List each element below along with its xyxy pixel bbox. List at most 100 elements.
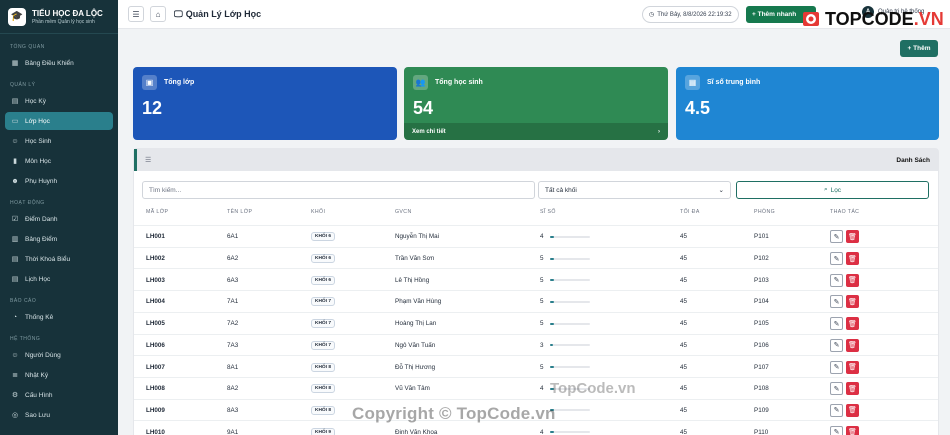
- delete-icon[interactable]: 🗑: [846, 425, 859, 435]
- sidebar-item-label: Bảng Điểm: [25, 235, 58, 243]
- chevron-down-icon: ⌄: [718, 187, 724, 194]
- menu-toggle-button[interactable]: ☰: [128, 6, 144, 22]
- add-class-button[interactable]: + Thêm: [900, 40, 938, 57]
- row-actions: ✎ 🗑: [830, 400, 862, 422]
- sidebar-item[interactable]: ▤ Thời Khoá Biểu: [5, 250, 113, 268]
- sidebar-item[interactable]: ☻ Phụ Huynh: [5, 172, 113, 190]
- column-header[interactable]: Mã lớp: [146, 209, 168, 215]
- sidebar-item-label: Thời Khoá Biểu: [25, 255, 71, 263]
- sidebar-item-label: Lớp Học: [25, 117, 50, 125]
- row-actions: ✎ 🗑: [830, 313, 862, 335]
- list-icon: ☰: [145, 157, 152, 164]
- sidebar-item[interactable]: ▤ Học Kỳ: [5, 92, 113, 110]
- edit-icon[interactable]: ✎: [830, 360, 843, 374]
- sidebar-section-label: Hệ thống: [10, 336, 41, 342]
- delete-icon[interactable]: 🗑: [846, 360, 859, 374]
- timetable-icon: ▤: [11, 256, 19, 263]
- sidebar-item[interactable]: ◔ Thống Kê: [5, 308, 113, 326]
- grade-badge: KHỐI 8: [311, 405, 335, 415]
- search-icon: ⌕: [823, 186, 828, 193]
- sidebar-item[interactable]: ▮ Môn Học: [5, 152, 113, 170]
- grade-cell: KHỐI 6: [311, 269, 335, 291]
- search-input[interactable]: Tìm kiếm...: [142, 181, 535, 199]
- delete-icon[interactable]: 🗑: [846, 403, 859, 417]
- delete-icon[interactable]: 🗑: [846, 230, 859, 244]
- grade-select[interactable]: Tất cả khối ⌄: [538, 181, 731, 199]
- column-header[interactable]: GVCN: [395, 209, 412, 215]
- column-header[interactable]: Phòng: [754, 209, 775, 215]
- edit-icon[interactable]: ✎: [830, 295, 843, 309]
- delete-icon[interactable]: 🗑: [846, 252, 859, 266]
- max-size: 45: [680, 406, 688, 414]
- edit-icon[interactable]: ✎: [830, 382, 843, 396]
- view-details-link[interactable]: Xem chi tiết ›: [404, 123, 668, 140]
- edit-icon[interactable]: ✎: [830, 425, 843, 435]
- filter-label: Lọc: [830, 186, 842, 194]
- brand[interactable]: 🎓 TIỂU HỌC ĐA LỘC Phần mềm Quản lý học s…: [0, 0, 118, 34]
- class-size: 4: [540, 385, 544, 393]
- table-row[interactable]: LH005 7A2 KHỐI 7 Hoàng Thị Lan 5 45 P105 ✎ 🗑: [134, 311, 938, 335]
- sidebar-item[interactable]: ☺ Học Sinh: [5, 132, 113, 150]
- max-size: 45: [680, 255, 688, 263]
- sidebar-item-label: Cấu Hình: [25, 391, 53, 399]
- column-header[interactable]: Khối: [311, 209, 325, 215]
- sidebar-item[interactable]: ▦ Bảng Điều Khiển: [5, 54, 113, 72]
- sidebar-item[interactable]: ☑ Điểm Danh: [5, 210, 113, 228]
- column-header[interactable]: Thao tác: [830, 209, 859, 215]
- class-name: 9A1: [227, 428, 239, 435]
- table-row[interactable]: LH006 7A3 KHỐI 7 Ngô Văn Tuấn 3 45 P106 ✎ 🗑: [134, 333, 938, 357]
- row-actions: ✎ 🗑: [830, 269, 862, 291]
- grade-cell: KHỐI 8: [311, 356, 335, 378]
- table-row[interactable]: LH003 6A3 KHỐI 6 Lê Thị Hồng 5 45 P103 ✎ 🗑: [134, 268, 938, 290]
- delete-icon[interactable]: 🗑: [846, 295, 859, 309]
- class-size-cell: 3: [540, 335, 590, 357]
- table-row[interactable]: LH002 6A2 KHỐI 6 Trần Văn Sơn 5 45 P102 ✎ 🗑: [134, 246, 938, 269]
- sidebar-section-label: Tổng quan: [10, 44, 45, 50]
- delete-icon[interactable]: 🗑: [846, 273, 859, 287]
- delete-icon[interactable]: 🗑: [846, 338, 859, 352]
- column-header[interactable]: Sĩ số: [540, 209, 556, 215]
- grade-select-value: Tất cả khối: [545, 186, 577, 194]
- class-name: 8A3: [227, 406, 239, 414]
- delete-icon[interactable]: 🗑: [846, 317, 859, 331]
- table-row[interactable]: LH008 8A2 KHỐI 8 Vũ Văn Tâm 4 45 P108 ✎ 🗑: [134, 376, 938, 400]
- class-size-progress: [550, 257, 590, 260]
- table-row[interactable]: LH004 7A1 KHỐI 7 Phạm Văn Hùng 5 45 P104 ✎ 🗑: [134, 290, 938, 312]
- class-code: LH005: [146, 320, 165, 328]
- sidebar-item[interactable]: ⚙ Cấu Hình: [5, 386, 113, 404]
- sidebar-item[interactable]: ▭ Lớp Học: [5, 112, 113, 130]
- homeroom-teacher: Ngô Văn Tuấn: [395, 341, 436, 349]
- edit-icon[interactable]: ✎: [830, 338, 843, 352]
- delete-icon[interactable]: 🗑: [846, 382, 859, 396]
- sidebar-item[interactable]: ◎ Sao Lưu: [5, 406, 113, 424]
- grade-badge: KHỐI 7: [311, 319, 335, 329]
- row-actions: ✎ 🗑: [830, 378, 862, 400]
- grade-badge: KHỐI 8: [311, 362, 335, 372]
- column-header[interactable]: Tối đa: [680, 209, 700, 215]
- copyright-watermark: Copyright © TopCode.vn: [352, 404, 556, 423]
- table-row[interactable]: LH007 8A1 KHỐI 8 Đỗ Thị Hương 5 45 P107 ✎ 🗑: [134, 355, 938, 377]
- edit-icon[interactable]: ✎: [830, 252, 843, 266]
- edit-icon[interactable]: ✎: [830, 317, 843, 331]
- table-row[interactable]: LH001 6A1 KHỐI 6 Nguyễn Thị Mai 4 45 P101 ✎ 🗑: [134, 225, 938, 247]
- class-size-cell: 5: [540, 269, 590, 291]
- class-code: LH007: [146, 363, 165, 371]
- sidebar-item-label: Học Kỳ: [25, 97, 46, 105]
- class-size: 3: [540, 341, 544, 349]
- edit-icon[interactable]: ✎: [830, 230, 843, 244]
- sidebar-item[interactable]: ▥ Bảng Điểm: [5, 230, 113, 248]
- home-button[interactable]: ⌂: [150, 6, 166, 22]
- sidebar-item[interactable]: ≣ Nhật Ký: [5, 366, 113, 384]
- filter-button[interactable]: ⌕ Lọc: [736, 181, 929, 199]
- class-code: LH002: [146, 255, 165, 263]
- edit-icon[interactable]: ✎: [830, 273, 843, 287]
- column-header[interactable]: Tên lớp: [227, 209, 252, 215]
- clock-badge: ◷ Thứ Bảy, 8/8/2026 22:19:32: [642, 6, 739, 23]
- room: P109: [754, 406, 769, 414]
- class-size: 5: [540, 276, 544, 284]
- sidebar-item[interactable]: ☺ Người Dùng: [5, 346, 113, 364]
- edit-icon[interactable]: ✎: [830, 403, 843, 417]
- class-size: 4: [540, 233, 544, 241]
- sidebar-item[interactable]: ▤ Lịch Học: [5, 270, 113, 288]
- pie-chart-icon: ◔: [12, 313, 18, 321]
